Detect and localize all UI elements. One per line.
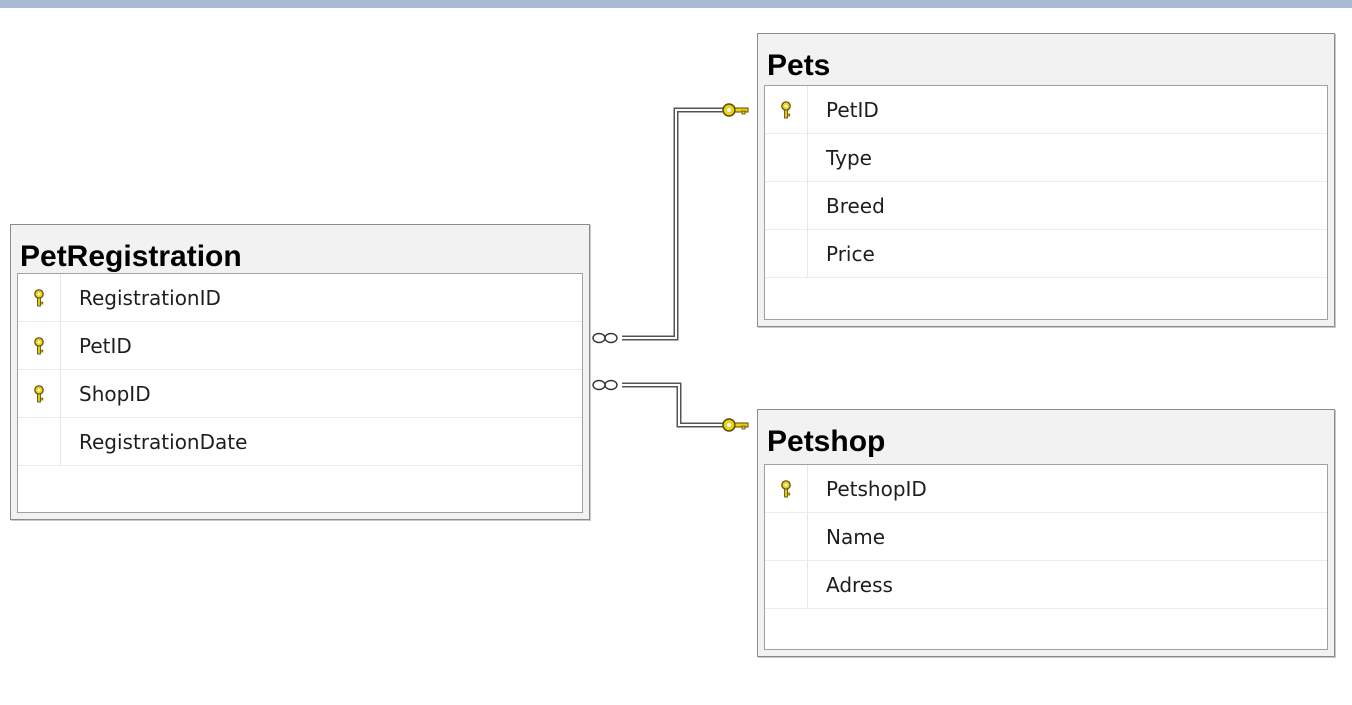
many-end-infinity-icon	[592, 332, 618, 344]
table-title: Pets	[767, 49, 831, 82]
column-row[interactable]: RegistrationID	[18, 274, 582, 322]
key-cell	[765, 465, 808, 512]
column-row[interactable]: Adress	[765, 561, 1327, 609]
key-cell	[765, 182, 808, 229]
primary-key-icon	[781, 100, 791, 118]
column-list: RegistrationID PetID ShopID Registration…	[17, 273, 583, 513]
column-name: PetID	[79, 334, 132, 358]
key-cell	[765, 86, 808, 133]
relationship-petregistration-petshop[interactable]	[592, 379, 749, 432]
column-list: PetID Type Breed Price	[764, 85, 1328, 320]
column-row[interactable]: Name	[765, 513, 1327, 561]
column-row[interactable]: Breed	[765, 182, 1327, 230]
column-row[interactable]: Price	[765, 230, 1327, 278]
one-end-key-icon	[722, 418, 749, 432]
relationship-petregistration-pets[interactable]	[592, 103, 749, 344]
key-cell	[18, 322, 61, 369]
column-name: Adress	[826, 573, 893, 597]
one-end-key-icon	[722, 103, 749, 117]
key-cell	[18, 418, 61, 465]
column-name: Type	[826, 146, 872, 170]
column-row[interactable]: PetID	[18, 322, 582, 370]
column-name: Breed	[826, 194, 885, 218]
column-row[interactable]: PetshopID	[765, 465, 1327, 513]
many-end-infinity-icon	[592, 379, 618, 391]
table-petregistration[interactable]: PetRegistration RegistrationID PetID Sho…	[10, 224, 590, 520]
key-cell	[765, 134, 808, 181]
column-name: RegistrationDate	[79, 430, 248, 454]
column-name: Name	[826, 525, 886, 549]
primary-key-icon	[781, 479, 791, 497]
column-row[interactable]: PetID	[765, 86, 1327, 134]
key-cell	[765, 513, 808, 560]
column-name: Price	[826, 242, 875, 266]
key-cell	[765, 561, 808, 608]
table-title: PetRegistration	[20, 240, 242, 273]
primary-key-icon	[34, 336, 44, 354]
column-row[interactable]: ShopID	[18, 370, 582, 418]
key-cell	[18, 274, 61, 321]
primary-key-icon	[34, 288, 44, 306]
table-title: Petshop	[767, 425, 886, 458]
column-name: PetID	[826, 98, 879, 122]
column-row[interactable]: Type	[765, 134, 1327, 182]
table-pets[interactable]: Pets PetID Type Breed Price	[757, 33, 1335, 327]
key-cell	[765, 230, 808, 277]
column-row[interactable]: RegistrationDate	[18, 418, 582, 466]
primary-key-icon	[34, 384, 44, 402]
column-name: PetshopID	[826, 477, 927, 501]
table-petshop[interactable]: Petshop PetshopID Name Adress	[757, 409, 1335, 657]
column-list: PetshopID Name Adress	[764, 464, 1328, 650]
key-cell	[18, 370, 61, 417]
column-name: ShopID	[79, 382, 151, 406]
column-name: RegistrationID	[79, 286, 221, 310]
